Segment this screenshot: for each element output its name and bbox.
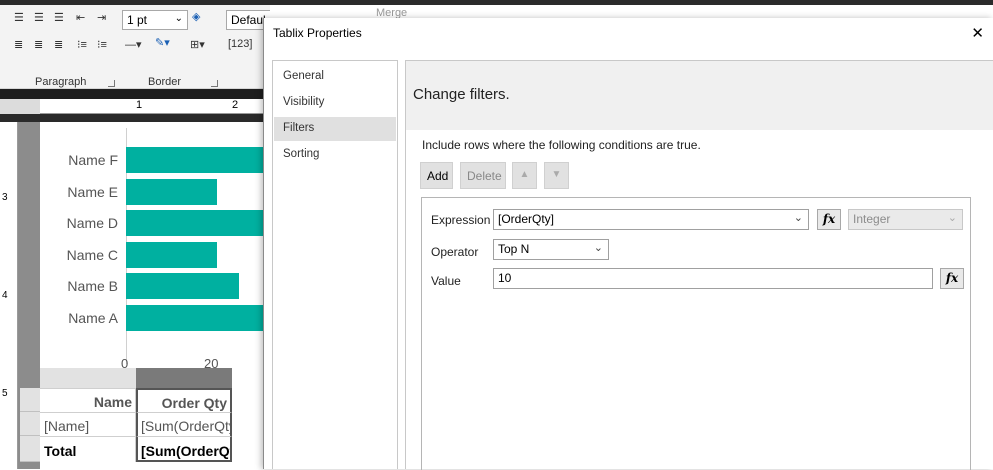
nav-item-label: Filters	[283, 122, 315, 134]
table-cell[interactable]: [Name]	[40, 412, 136, 436]
chart-bar	[126, 178, 217, 205]
line-style-icon[interactable]: —▾	[125, 38, 142, 51]
dialog-title: Tablix Properties	[273, 26, 362, 40]
paragraph-group-label: Paragraph	[35, 76, 87, 88]
chart-category-label: Name B	[67, 278, 118, 294]
data-type-value: Integer	[853, 212, 891, 226]
chart-category-label: Name C	[66, 246, 118, 263]
chevron-down-icon: ⌄	[593, 242, 603, 254]
expression-label: Expression	[431, 213, 491, 227]
decrease-indent-icon[interactable]: ⇤	[76, 11, 85, 24]
ruler-mark: 4	[2, 290, 8, 301]
table-header-cell[interactable]: Name	[40, 388, 136, 412]
expression-value: [OrderQty]	[498, 212, 555, 226]
page-title: Change filters.	[413, 86, 510, 103]
chevron-down-icon: ⌄	[174, 13, 183, 24]
delete-button[interactable]: Delete	[460, 162, 506, 189]
column-handle[interactable]	[40, 368, 136, 388]
horizontal-ruler: 1 2	[40, 99, 270, 114]
chart-category-label: Name A	[68, 309, 118, 326]
nav-item-filters[interactable]: Filters	[274, 117, 396, 141]
bullet-list-icon[interactable]: ⁝≡	[77, 38, 87, 51]
ruler-mark: 1	[136, 99, 143, 111]
border-color-icon[interactable]: ✎▾	[155, 36, 170, 49]
align-middle-icon[interactable]: ☰	[34, 11, 44, 24]
tablix-properties-dialog: Tablix Properties ✕ General Visibility F…	[263, 18, 993, 470]
align-left-icon[interactable]: ≣	[14, 38, 23, 51]
chart-bar	[126, 273, 239, 299]
nav-item-visibility[interactable]: Visibility	[274, 91, 396, 115]
ruler-mark: 5	[2, 388, 8, 399]
chevron-down-icon: ⌄	[947, 212, 957, 224]
column-handle-selected[interactable]	[136, 368, 232, 388]
paragraph-launcher-icon[interactable]	[108, 80, 115, 87]
borders-icon[interactable]: ⊞▾	[190, 38, 205, 51]
align-bottom-icon[interactable]: ☰	[54, 11, 64, 24]
row-handle[interactable]	[20, 388, 40, 412]
nav-pane: General Visibility Filters Sorting	[272, 60, 398, 469]
value-text: 10	[498, 271, 512, 285]
border-width-value: 1 pt	[127, 13, 148, 27]
chart-bar	[126, 210, 266, 236]
chart-bar	[126, 147, 266, 173]
value-fx-button[interactable]: fx	[940, 268, 964, 289]
nav-item-label: General	[283, 70, 324, 82]
ruler-bar	[0, 89, 270, 99]
border-width-dropdown[interactable]: 1 pt ⌄	[122, 10, 188, 30]
operator-combo[interactable]: Top N ⌄	[493, 239, 609, 260]
increase-indent-icon[interactable]: ⇥	[97, 11, 106, 24]
nav-item-label: Sorting	[283, 148, 320, 160]
border-launcher-icon[interactable]	[211, 80, 218, 87]
move-down-icon[interactable]: ▼	[544, 162, 569, 189]
content-header: Change filters.	[406, 61, 993, 130]
add-button[interactable]: Add	[420, 162, 453, 189]
chart-category-label: Name E	[67, 183, 118, 200]
ruler-separator	[0, 114, 270, 122]
chart-category-label: Name F	[68, 152, 118, 168]
expression-combo[interactable]: [OrderQty] ⌄	[493, 209, 809, 230]
expression-fx-button[interactable]: fx	[817, 209, 841, 230]
operator-value: Top N	[498, 242, 530, 256]
row-handle[interactable]	[20, 436, 40, 462]
move-up-icon[interactable]: ▲	[512, 162, 537, 189]
row-handle[interactable]	[20, 412, 40, 436]
ruler-mark: 2	[232, 99, 239, 111]
filter-condition-panel: Expression [OrderQty] ⌄ fx Integer ⌄ Ope…	[421, 197, 971, 470]
content-pane: Change filters. Include rows where the f…	[405, 60, 993, 470]
data-type-combo[interactable]: Integer ⌄	[848, 209, 963, 230]
number-format-icon[interactable]: [123]	[228, 38, 252, 50]
filters-description: Include rows where the following conditi…	[422, 138, 701, 152]
style-value: Defaul	[231, 13, 266, 27]
ribbon: ☰ ☰ ☰ ⇤ ⇥ 1 pt ⌄ ◈ Defaul ≣ ≣ ≣ ⁝≡ ⁝≡ —▾…	[0, 5, 270, 89]
numbered-list-icon[interactable]: ⁝≡	[97, 38, 107, 51]
vertical-ruler: 3 4 5	[0, 122, 18, 469]
table-cell[interactable]: [Sum(OrderQt	[136, 436, 232, 462]
close-icon[interactable]: ✕	[971, 24, 984, 42]
align-right-icon[interactable]: ≣	[54, 38, 63, 51]
value-input[interactable]: 10	[493, 268, 933, 289]
operator-label: Operator	[431, 245, 479, 259]
table-cell[interactable]: Total	[40, 436, 136, 462]
fill-color-icon[interactable]: ◈	[192, 10, 200, 23]
table-cell[interactable]: [Sum(OrderQty	[136, 412, 232, 436]
nav-item-label: Visibility	[283, 96, 325, 108]
chart-category-label: Name D	[66, 215, 118, 231]
table-header-cell[interactable]: Order Qty	[136, 388, 232, 412]
align-center-icon[interactable]: ≣	[34, 38, 43, 51]
border-group-label: Border	[148, 76, 182, 88]
ruler-mark: 3	[2, 192, 8, 203]
align-top-icon[interactable]: ☰	[14, 11, 24, 24]
chart-bar	[126, 304, 266, 331]
nav-item-sorting[interactable]: Sorting	[274, 143, 396, 167]
nav-item-general[interactable]: General	[274, 65, 396, 89]
chevron-down-icon: ⌄	[793, 212, 803, 224]
chart-bar	[126, 241, 217, 268]
value-label: Value	[431, 274, 461, 288]
